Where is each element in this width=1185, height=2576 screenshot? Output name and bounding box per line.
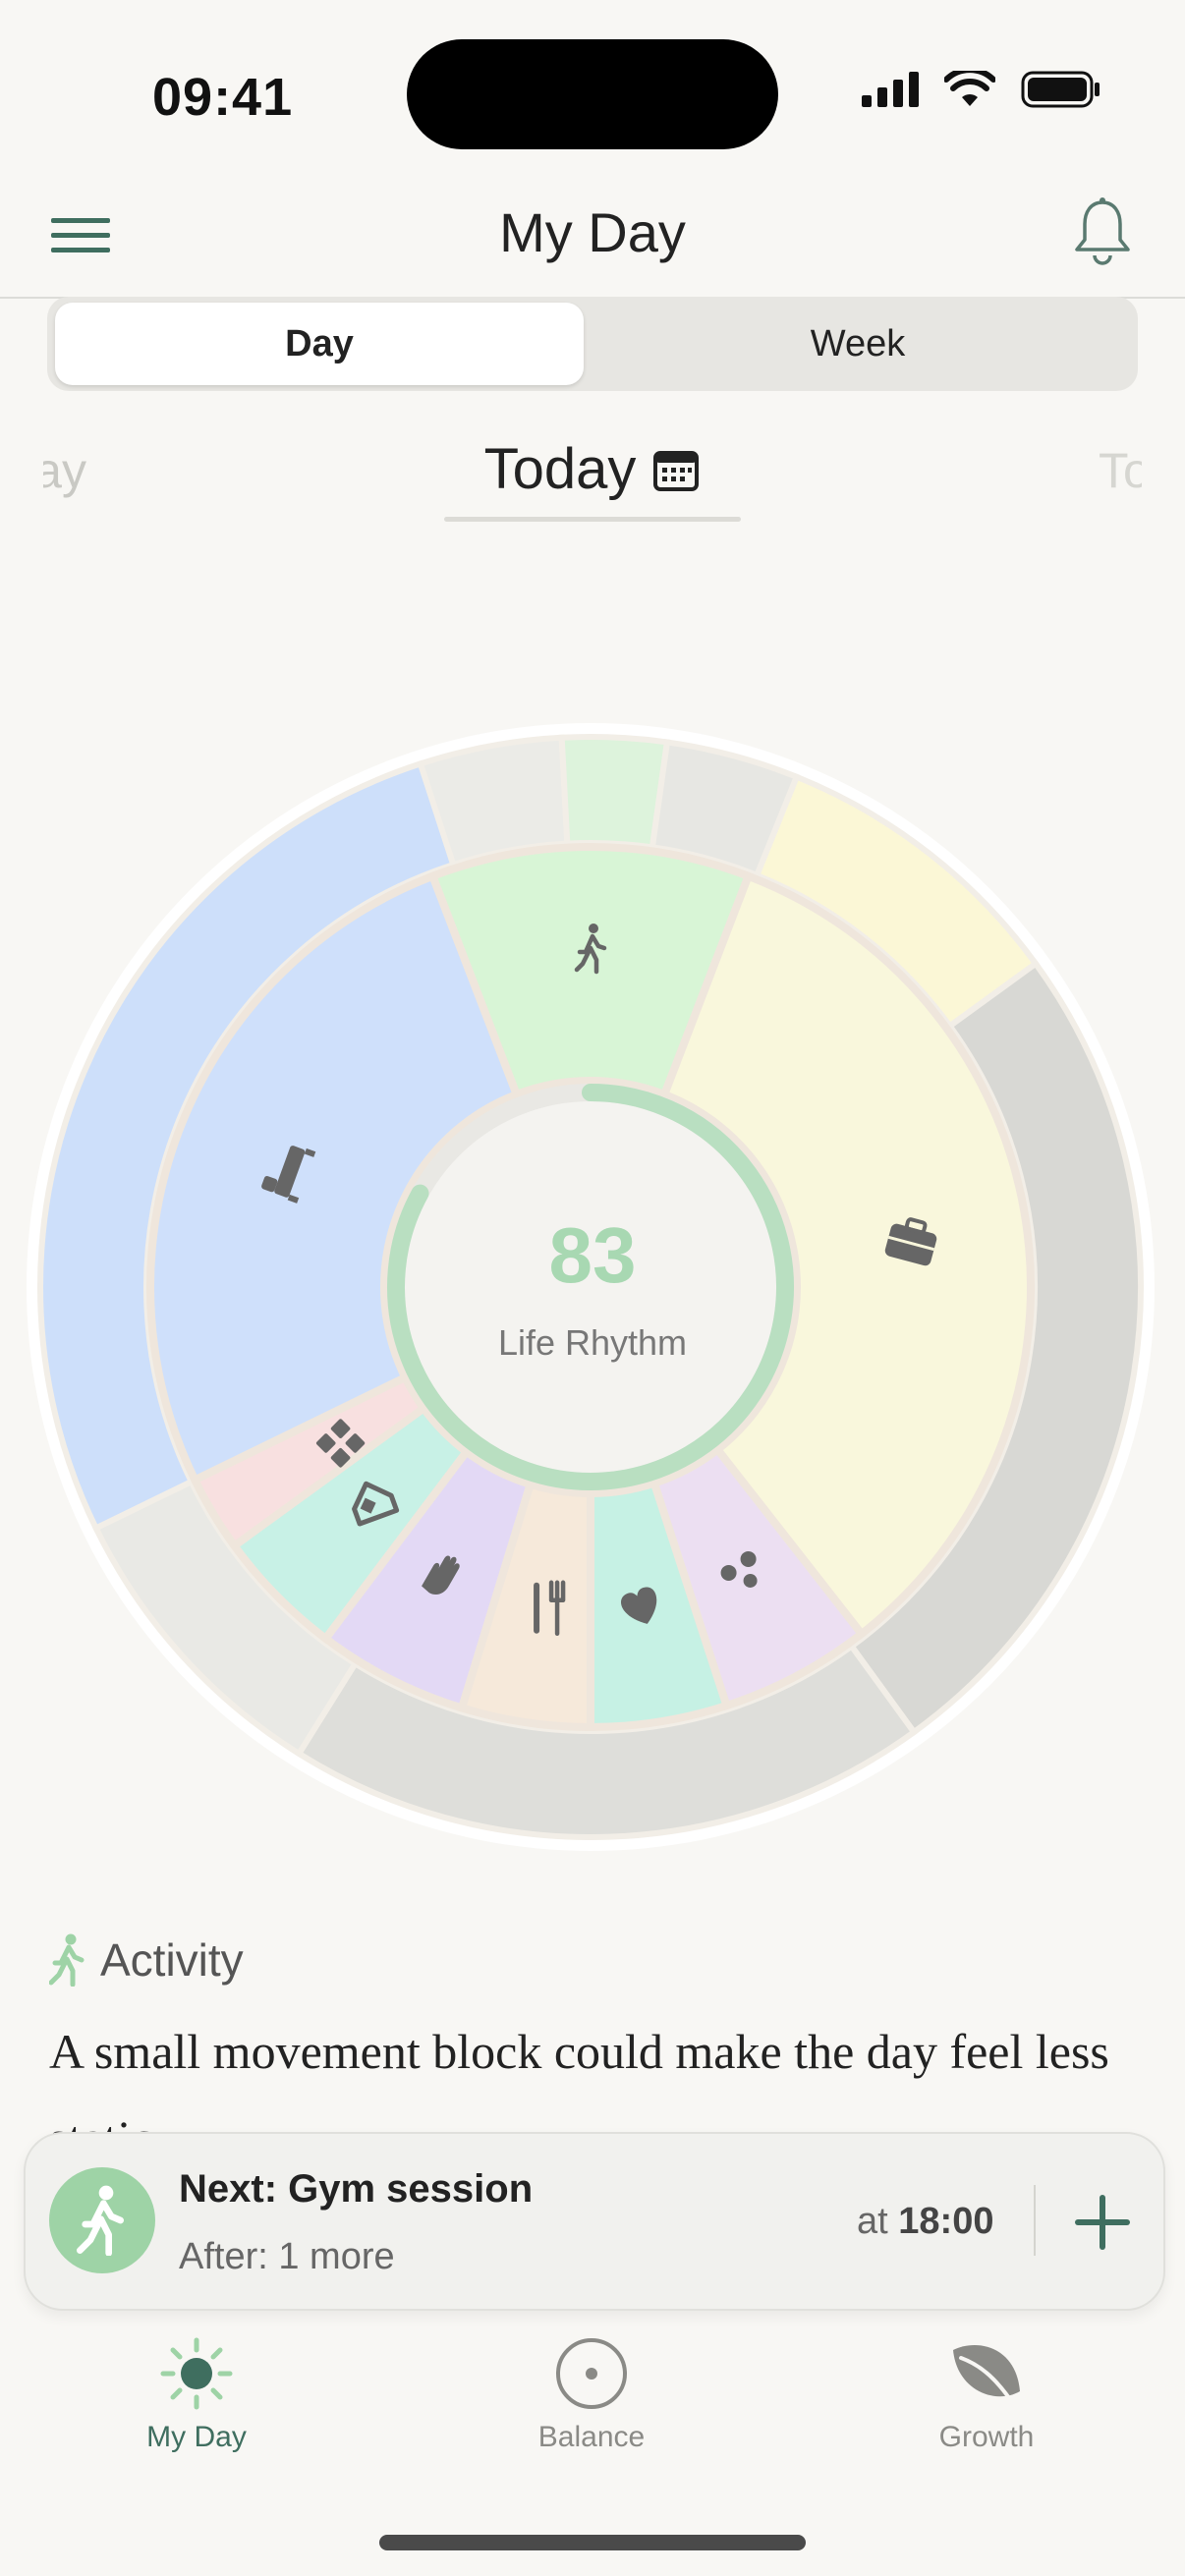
battery-icon <box>1021 71 1100 108</box>
next-event-title: Next: Gym session <box>179 2167 534 2211</box>
tab-balance[interactable]: Balance <box>444 2336 739 2454</box>
next-event-card[interactable]: Next: Gym session After: 1 more at 18:00 <box>24 2132 1165 2311</box>
wifi-icon <box>944 71 995 106</box>
slice-home[interactable] <box>228 1402 473 1645</box>
signal-icon <box>862 72 919 107</box>
ring-gap-2 <box>649 739 801 879</box>
segment-day[interactable]: Day <box>55 303 584 385</box>
home-indicator <box>379 2535 806 2550</box>
ring-activity <box>558 734 671 851</box>
page-title: My Day <box>499 201 686 263</box>
insight-category: Activity <box>49 1933 244 1987</box>
date-prev[interactable]: Yesterday <box>43 442 86 499</box>
heart-hand-icon <box>621 1587 657 1624</box>
tab-my-day[interactable]: My Day <box>49 2336 344 2454</box>
fork-knife-icon <box>534 1580 566 1637</box>
life-rhythm-label: Life Rhythm <box>497 1322 688 1363</box>
sun-icon <box>160 2337 233 2410</box>
slice-care[interactable] <box>319 1446 536 1713</box>
status-time: 09:41 <box>152 68 294 127</box>
insight-category-label: Activity <box>100 1934 244 1986</box>
date-next[interactable]: Tomorrow <box>1099 442 1142 499</box>
ring-gap-1 <box>417 734 571 868</box>
dynamic-island <box>407 39 778 149</box>
life-rhythm-score: 83 <box>548 1211 637 1299</box>
bell-icon[interactable] <box>1071 196 1134 267</box>
hand-icon <box>422 1555 460 1595</box>
tab-growth-label: Growth <box>938 2421 1035 2453</box>
insight-text: A small movement block could make the da… <box>49 2024 1109 2136</box>
next-event-time-prefix: at <box>857 2201 888 2242</box>
grid-icon <box>315 1419 366 1468</box>
tab-balance-label: Balance <box>537 2421 646 2453</box>
walking-icon <box>574 924 607 975</box>
bed-icon <box>261 1146 316 1204</box>
ring-late <box>91 1478 360 1759</box>
card-divider <box>1034 2185 1036 2256</box>
next-event-time: at 18:00 <box>857 2201 993 2243</box>
leaf-icon <box>953 2345 1020 2407</box>
slice-self-care[interactable] <box>587 1478 732 1732</box>
segment-week[interactable]: Week <box>586 303 1130 385</box>
status-icons <box>862 71 1101 108</box>
ring-work <box>753 772 1041 1031</box>
calendar-icon[interactable] <box>653 448 700 491</box>
date-current[interactable]: Today <box>444 436 739 502</box>
slice-other[interactable] <box>189 1372 429 1551</box>
date-underline <box>444 517 741 522</box>
plus-icon <box>1075 2195 1130 2250</box>
next-event-icon <box>49 2167 155 2273</box>
slice-activity[interactable] <box>427 843 754 1100</box>
day-week-toggle: Day Week <box>47 297 1138 391</box>
date-label: Today <box>483 437 637 501</box>
walking-icon <box>77 2185 124 2256</box>
next-event-time-value: 18:00 <box>898 2201 994 2242</box>
top-header: My Day <box>0 187 1185 299</box>
people-icon <box>720 1550 758 1588</box>
slice-social[interactable] <box>649 1443 868 1711</box>
ring-sleep <box>36 759 458 1533</box>
slice-meals[interactable] <box>457 1479 594 1732</box>
add-event-button[interactable] <box>1063 2183 1142 2262</box>
home-icon <box>352 1481 400 1527</box>
walking-icon <box>49 1933 85 1987</box>
tab-growth[interactable]: Growth <box>839 2336 1134 2454</box>
next-event-subtitle: After: 1 more <box>179 2236 395 2277</box>
target-icon <box>556 2338 627 2409</box>
ring-night <box>295 1642 919 1841</box>
tab-my-day-label: My Day <box>146 2421 247 2453</box>
